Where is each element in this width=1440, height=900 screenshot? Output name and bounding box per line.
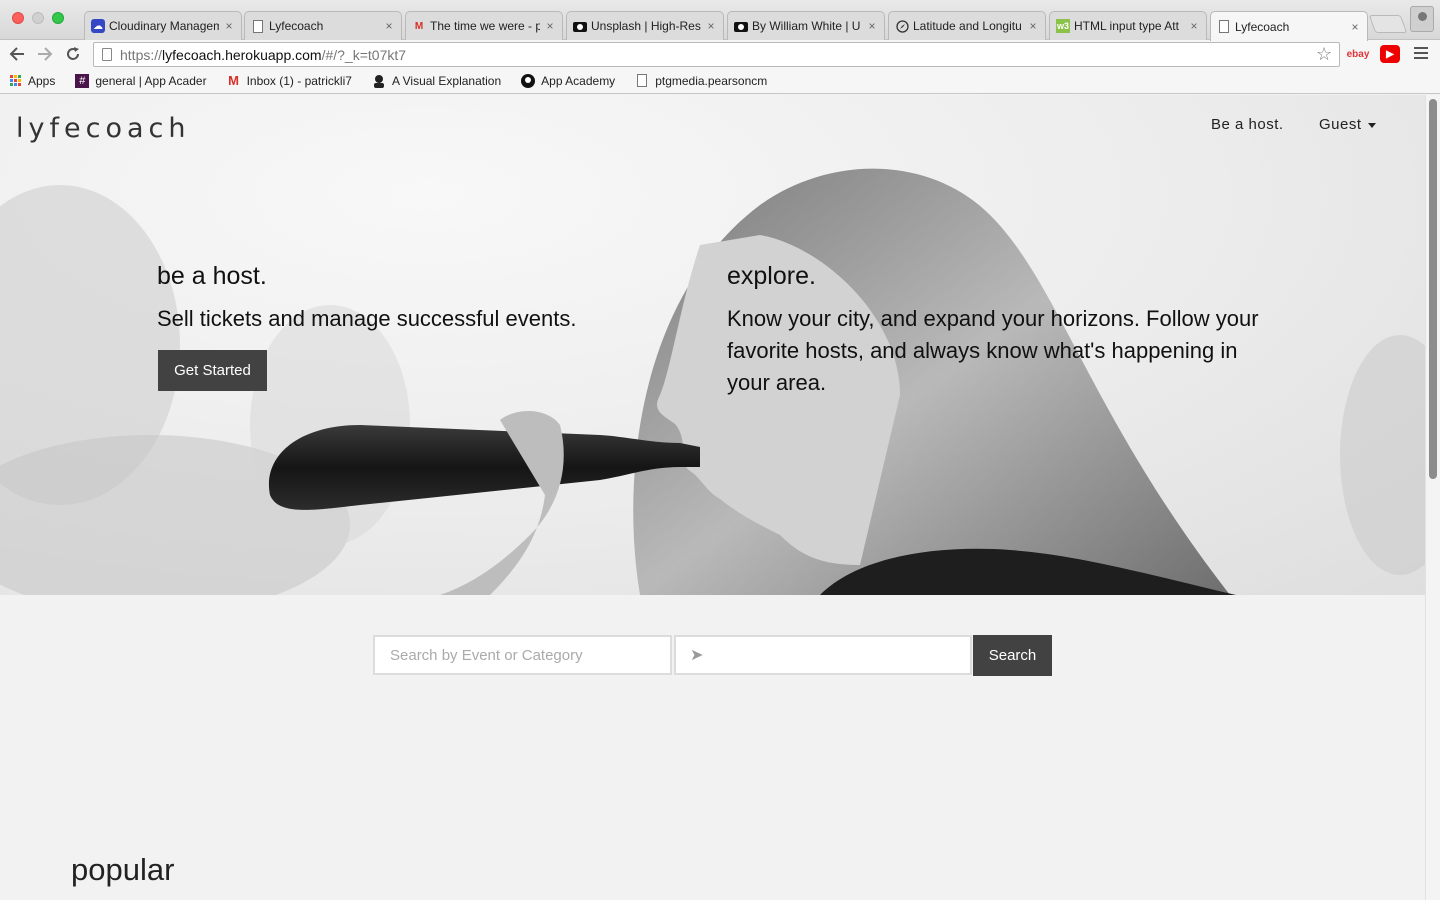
back-arrow-icon[interactable] [6, 43, 28, 65]
profile-icon[interactable] [1410, 6, 1434, 32]
browser-tab-active[interactable]: Lyfecoach × [1210, 11, 1368, 41]
tab-title: HTML input type Att [1074, 19, 1179, 33]
tab-strip: ☁ Cloudinary Managem × Lyfecoach × M The… [0, 0, 1440, 41]
cloudinary-icon: ☁ [91, 19, 105, 33]
bookmark-label: general | App Acader [95, 73, 207, 88]
github-icon [521, 73, 536, 88]
url-path: /#/?_k=t07kt7 [321, 46, 407, 63]
url-scheme: https:// [120, 46, 163, 63]
page-icon [102, 48, 112, 61]
bookmark-slack[interactable]: # general | App Acader [75, 73, 207, 88]
page-icon [251, 19, 265, 33]
search-button[interactable]: Search [973, 635, 1052, 676]
avatar-icon [372, 74, 386, 88]
camera-icon [734, 19, 748, 33]
bookmark-apps[interactable]: Apps [8, 74, 55, 88]
bookmark-label: App Academy [541, 73, 616, 88]
apps-grid-icon [8, 74, 22, 88]
browser-tab[interactable]: Lyfecoach × [244, 11, 402, 40]
close-tab-icon[interactable]: × [544, 19, 556, 33]
browser-tab[interactable]: ☁ Cloudinary Managem × [84, 11, 242, 40]
zoom-window-button[interactable] [52, 12, 64, 24]
explore-text: Know your city, and expand your horizons… [727, 306, 1259, 395]
location-arrow-icon: ➤ [690, 647, 704, 664]
hero-section: lyfecoach Be a host. Guest be a host. Se… [0, 95, 1425, 595]
close-tab-icon[interactable]: × [1349, 20, 1361, 34]
be-a-host-text: Sell tickets and manage successful event… [157, 306, 577, 331]
slack-icon: # [75, 73, 90, 88]
tab-title: The time we were - p [430, 19, 540, 33]
compass-icon [895, 19, 909, 33]
site-logo[interactable]: lyfecoach [16, 113, 190, 144]
browser-tab[interactable]: Latitude and Longitu × [888, 11, 1046, 40]
new-tab-button[interactable] [1368, 15, 1408, 33]
event-search-input[interactable]: Search by Event or Category [373, 635, 672, 675]
browser-tab[interactable]: By William White | U × [727, 11, 885, 40]
close-tab-icon[interactable]: × [866, 19, 878, 33]
location-input[interactable]: ➤ [674, 635, 972, 675]
bookmark-label: Inbox (1) - patrickli7 [246, 73, 352, 88]
bookmark-gmail[interactable]: M Inbox (1) - patrickli7 [227, 73, 352, 88]
tab-title: Latitude and Longitu [913, 19, 1022, 33]
w3schools-icon: w3 [1056, 19, 1070, 33]
close-tab-icon[interactable]: × [223, 19, 235, 33]
gmail-icon: M [228, 73, 239, 88]
close-tab-icon[interactable]: × [383, 19, 395, 33]
caret-down-icon [1367, 122, 1376, 128]
tab-title: Cloudinary Managem [109, 19, 219, 33]
bookmark-label: ptgmedia.pearsoncm [655, 73, 768, 88]
nav-be-a-host[interactable]: Be a host. [1211, 116, 1284, 133]
search-bar: Search by Event or Category ➤ Search [373, 635, 1052, 676]
gmail-icon: M [414, 20, 424, 32]
address-bar[interactable]: https://lyfecoach.herokuapp.com/#/?_k=t0… [93, 42, 1340, 67]
url-host: lyfecoach.herokuapp.com [162, 46, 322, 63]
page-scrollbar[interactable] [1425, 95, 1440, 900]
bookmarks-bar: Apps # general | App Acader M Inbox (1) … [0, 68, 1440, 94]
close-tab-icon[interactable]: × [1188, 19, 1200, 33]
close-tab-icon[interactable]: × [705, 19, 717, 33]
bookmark-label: A Visual Explanation [391, 73, 502, 88]
close-window-button[interactable] [12, 12, 24, 24]
tab-title: Lyfecoach [269, 19, 324, 33]
popular-heading: popular [71, 852, 175, 887]
browser-menu-icon[interactable] [1414, 44, 1430, 62]
bookmark-app-academy[interactable]: App Academy [521, 73, 616, 88]
camera-icon [573, 19, 587, 33]
browser-tab[interactable]: w3 HTML input type Att × [1049, 11, 1207, 40]
scrollbar-thumb[interactable] [1429, 99, 1437, 479]
tab-title: Unsplash | High-Res [591, 19, 701, 33]
tab-title: Lyfecoach [1235, 19, 1290, 34]
explore-heading: explore. [727, 262, 816, 290]
bookmark-star-icon[interactable]: ☆ [1316, 44, 1332, 65]
browser-tab[interactable]: M The time we were - p × [405, 11, 563, 40]
ebay-extension-icon[interactable]: ebay [1346, 45, 1370, 63]
guest-label: Guest [1319, 116, 1362, 133]
page-icon [1217, 20, 1231, 34]
close-tab-icon[interactable]: × [1027, 19, 1039, 33]
forward-arrow-icon[interactable] [34, 43, 56, 65]
be-a-host-heading: be a host. [157, 262, 267, 290]
browser-tab[interactable]: Unsplash | High-Res × [566, 11, 724, 40]
get-started-button[interactable]: Get Started [158, 350, 267, 391]
page-viewport: lyfecoach Be a host. Guest be a host. Se… [0, 95, 1425, 900]
bookmark-label: Apps [28, 73, 56, 88]
tab-title: By William White | U [752, 19, 861, 33]
youtube-extension-icon[interactable]: ▶ [1380, 45, 1400, 63]
bookmark-ptgmedia[interactable]: ptgmedia.pearsoncm [635, 74, 767, 88]
nav-guest-dropdown[interactable]: Guest [1319, 116, 1376, 133]
reload-icon[interactable] [62, 43, 84, 65]
minimize-window-button[interactable] [32, 12, 44, 24]
bookmark-visual-explanation[interactable]: A Visual Explanation [372, 74, 501, 88]
page-icon [635, 74, 649, 88]
